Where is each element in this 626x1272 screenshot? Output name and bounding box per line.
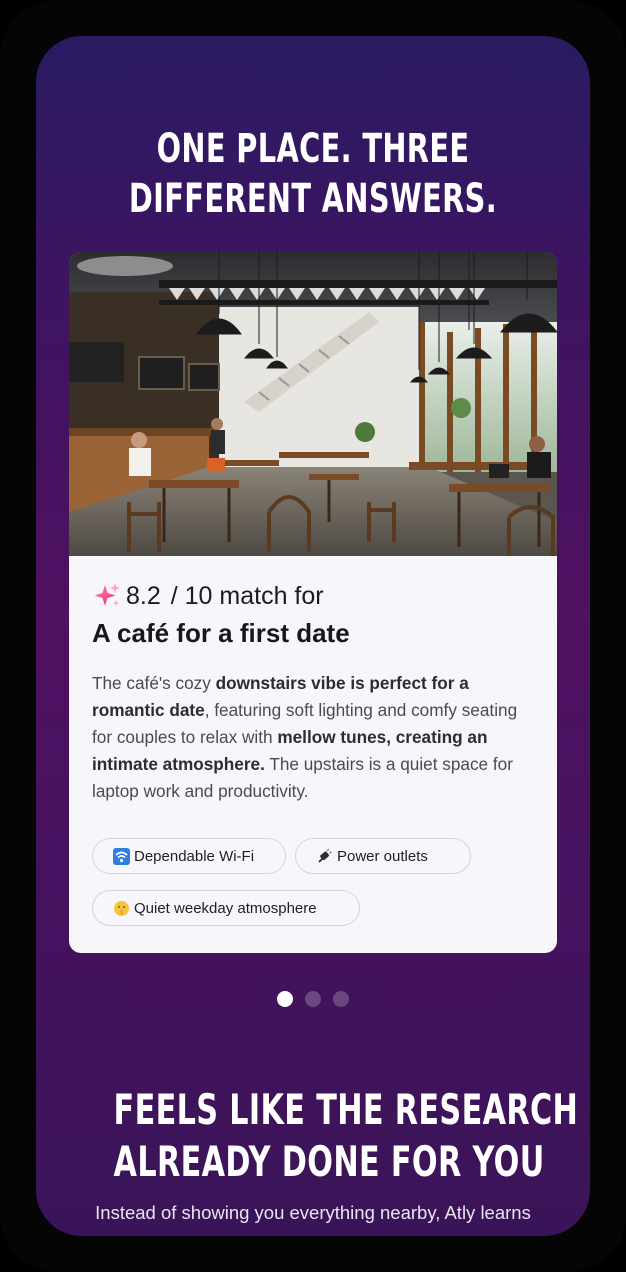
phone-frame: One place. Three different answers. (0, 0, 626, 1272)
venue-description: The café's cozy downstairs vibe is perfe… (92, 670, 538, 805)
shushing-face-icon (113, 900, 130, 917)
hero-headline-line-2: different answers. (128, 176, 498, 222)
tag-label: Dependable Wi-Fi (134, 847, 255, 865)
hero-headline-line-1: One place. Three (156, 126, 470, 172)
match-score-suffix: / 10 match for (170, 581, 324, 610)
carousel-dot-3[interactable] (333, 991, 349, 1007)
carousel-dot-1[interactable] (277, 991, 293, 1007)
match-score: 8.2 (126, 581, 161, 610)
description-text-1: The café's cozy (92, 673, 216, 693)
venue-match-card[interactable]: 8.2 / 10 match for A café for a first da… (69, 252, 557, 953)
section-headline-line-2: already done for you (113, 1137, 545, 1186)
sparkle-icon (94, 583, 120, 606)
carousel-dot-2[interactable] (305, 991, 321, 1007)
card-title: A café for a first date (92, 618, 350, 648)
tag-dependable-wifi[interactable]: Dependable Wi-Fi (92, 838, 286, 874)
wifi-icon (113, 847, 130, 865)
tag-power-outlets[interactable]: Power outlets (295, 838, 471, 874)
tag-label: Quiet weekday atmosphere (134, 899, 317, 917)
tag-label: Power outlets (337, 847, 428, 865)
cafe-interior-photo (69, 252, 557, 556)
section-headline: Feels like the research was already done… (113, 1084, 590, 1188)
tag-quiet-weekday[interactable]: Quiet weekday atmosphere (92, 890, 360, 926)
carousel-pagination (36, 991, 590, 1007)
plug-icon (316, 848, 333, 865)
section-intro-text: Instead of showing you everything nearby… (95, 1202, 531, 1223)
app-screen: One place. Three different answers. (36, 36, 590, 1236)
section-headline-line-1: Feels like the research was (113, 1085, 590, 1134)
match-score-line: 8.2 / 10 match for (92, 580, 324, 612)
hero-headline: One place. Three different answers. (114, 124, 513, 224)
